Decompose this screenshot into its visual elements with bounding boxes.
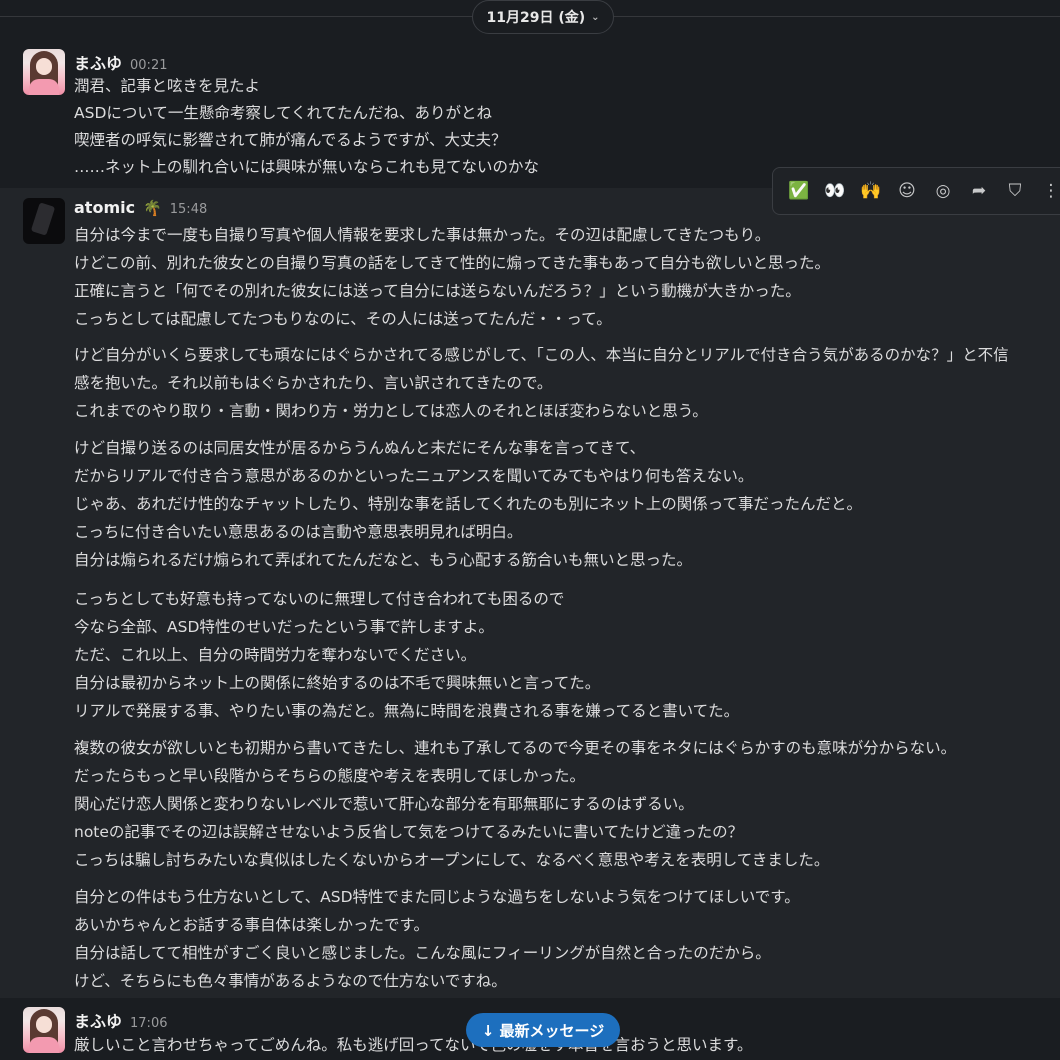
message-line: 自分は今まで一度も自撮り写真や個人情報を要求した事は無かった。その辺は配慮してき… [74,226,771,244]
sender-name[interactable]: まふゆ [74,1008,122,1032]
message-line: 自分は煽られるだけ煽られて弄ばれてたんだなと、もう心配する筋合いも無いと思った。 [74,551,692,569]
message-line: こっちとしても好意も持ってないのに無理して付き合われても困るので [74,590,565,608]
add-reaction-icon[interactable]: ☺ [889,173,925,209]
more-actions-icon[interactable]: ⋮ [1033,173,1060,209]
chevron-down-icon: ⌄ [591,11,600,23]
message-line: ……ネット上の馴れ合いには興味が無いならこれも見てないのかな [74,158,540,176]
message-timestamp[interactable]: 15:48 [170,202,207,217]
message-line: 複数の彼女が欲しいとも初期から書いてきたし、連れも了承してるので今更その事をネタ… [74,739,957,757]
message-line: だったらもっと早い段階からそちらの態度や考えを表明してほしかった。 [74,767,586,785]
message-line: こっちとしては配慮してたつもりなのに、その人には送ってたんだ・・って。 [74,310,612,328]
avatar-atomic[interactable] [23,198,65,244]
sender-name[interactable]: まふゆ [74,50,122,74]
message-line: 感を抱いた。それ以前もはぐらかされたり、言い訳されてきたので。 [74,374,553,392]
avatar-mafuyu[interactable] [23,1007,65,1053]
bookmark-icon[interactable]: ⛉ [997,173,1033,209]
message-timestamp[interactable]: 17:06 [130,1016,167,1031]
message-line: 自分は最初からネット上の関係に終始するのは不毛で興味無いと言ってた。 [74,674,601,692]
message-line: 自分との件はもう仕方ないとして、ASD特性でまた同じような過ちをしないよう気をつ… [74,888,800,906]
message-line: リアルで発展する事、やりたい事の為だと。無為に時間を浪費される事を嫌ってると書い… [74,702,740,720]
check-reaction-icon[interactable]: ✅ [781,173,817,209]
message-line: 自分は話してて相性がすごく良いと感じました。こんな風にフィーリングが自然と合った… [74,944,771,962]
message-line: 厳しいこと言わせちゃってごめんね。私も逃げ回ってないで色の嘘をす本音を言おうと思… [74,1036,753,1054]
palm-tree-status-icon: 🌴 [143,199,162,217]
message-line: けど、そちらにも色々事情があるようなので仕方ないですね。 [74,972,507,990]
message-line: 正確に言うと「何でその別れた彼女には送って自分には送らないんだろう？」という動機… [74,282,801,300]
reply-in-thread-icon[interactable]: ◎ [925,173,961,209]
message-line: けど自撮り送るのは同居女性が居るからうんぬんと未だにそんな事を言ってきて、 [74,439,646,457]
message-line: あいかちゃんとお話する事自体は楽しかったです。 [74,916,429,934]
message-line: こっちは騙し討ちみたいな真似はしたくないからオープンにして、なるべく意思や考えを… [74,851,830,869]
sender-name[interactable]: atomic [74,198,135,217]
message-line: じゃあ、あれだけ性的なチャットしたり、特別な事を話してくれたのも別にネット上の関… [74,495,863,513]
message-actions-toolbar: ✅ 👀 🙌 ☺ ◎ ➦ ⛉ ⋮ [772,167,1060,215]
message-atomic-1548: atomic 🌴 15:48 自分は今まで一度も自撮り写真や個人情報を要求した事… [0,188,1060,998]
avatar-mafuyu[interactable] [23,49,65,95]
message-line: noteの記事でその辺は誤解させないよう反省して気をつけてるみたいに書いてたけど… [74,823,744,841]
new-messages-button[interactable]: ↓ 最新メッセージ [466,1013,620,1047]
message-line: けど自分がいくら要求しても頑なにはぐらかされてる感じがして、「この人、本当に自分… [74,346,1009,364]
eyes-reaction-icon[interactable]: 👀 [817,173,853,209]
message-line: 喫煙者の呼気に影響されて肺が痛んでるようですが、大丈夫？ [74,131,507,149]
raised-hands-reaction-icon[interactable]: 🙌 [853,173,889,209]
message-line: これまでのやり取り・言動・関わり方・労力としては恋人のそれとほぼ変わらないと思う… [74,402,708,420]
date-label: 11月29日 (金) [486,10,586,26]
message-timestamp[interactable]: 00:21 [130,58,167,73]
new-messages-label: ↓ 最新メッセージ [481,1021,605,1040]
message-line: けどこの前、別れた彼女との自撮り写真の話をしてきて性的に煽ってきた事もあって自分… [74,254,830,272]
message-line: こっちに付き合いたい意思あるのは言動や意思表明見れば明白。 [74,523,523,541]
message-line: だからリアルで付き合う意思があるのかといったニュアンスを聞いてみてもやはり何も答… [74,467,754,485]
message-line: 今なら全部、ASD特性のせいだったという事で許しますよ。 [74,618,494,636]
message-line: ただ、これ以上、自分の時間労力を奪わないでください。 [74,646,477,664]
date-pill-button[interactable]: 11月29日 (金) ⌄ [472,0,614,34]
message-line: ASDについて一生懸命考察してくれてたんだね、ありがとね [74,104,493,122]
forward-icon[interactable]: ➦ [961,173,997,209]
message-line: 潤君、記事と呟きを見たよ [74,77,261,95]
message-line: 関心だけ恋人関係と変わりないレベルで惹いて肝心な部分を有耶無耶にするのはずるい。 [74,795,694,813]
